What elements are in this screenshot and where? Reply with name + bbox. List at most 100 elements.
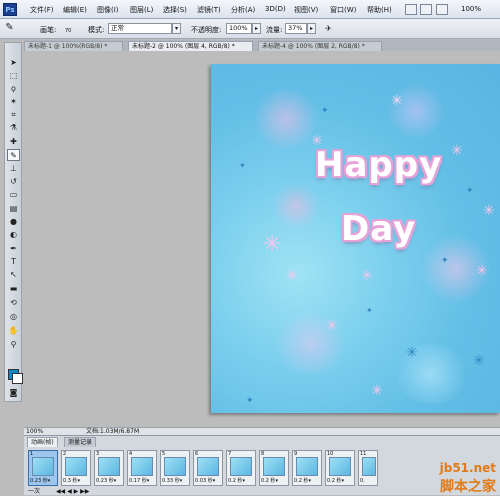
lasso-tool-icon[interactable]: ϙ bbox=[7, 83, 20, 95]
sparkle-icon: ✦ bbox=[466, 186, 474, 196]
zoom-tool-icon[interactable]: ⚲ bbox=[7, 339, 20, 351]
animation-frame[interactable]: 3 0.23 秒▾ bbox=[94, 450, 124, 486]
animation-frame[interactable]: 5 0.33 秒▾ bbox=[160, 450, 190, 486]
animation-frame[interactable]: 2 0.3 秒▾ bbox=[61, 450, 91, 486]
sparkle-icon: ✳ bbox=[476, 263, 488, 279]
clone-stamp-icon[interactable]: ⊥ bbox=[7, 163, 20, 175]
arrange-documents-icon[interactable] bbox=[420, 4, 432, 15]
frame-thumbnail bbox=[98, 457, 120, 476]
tab-document-2[interactable]: 未标题-2 @ 100% (图层 4, RGB/8) * bbox=[128, 41, 253, 51]
animation-frame[interactable]: 7 0.2 秒▾ bbox=[226, 450, 256, 486]
document-tabs: 未标题-1 @ 100%(RGB/8) * 未标题-2 @ 100% (图层 4… bbox=[24, 40, 500, 51]
tab-document-4[interactable]: 未标题-4 @ 100% (图层 2, RGB/8) * bbox=[258, 41, 382, 51]
canvas-text-day: Day bbox=[341, 209, 417, 249]
menu-layer[interactable]: 图层(L) bbox=[130, 5, 153, 15]
chevron-right-icon[interactable]: ▸ bbox=[307, 23, 316, 34]
menu-help[interactable]: 帮助(H) bbox=[367, 5, 392, 15]
3d-rotate-icon[interactable]: ⟲ bbox=[7, 297, 20, 309]
frame-delay[interactable]: 0.2 秒▾ bbox=[228, 478, 245, 485]
brush-label: 画笔: bbox=[40, 26, 57, 34]
watermark-name: 脚本之家 bbox=[440, 479, 496, 495]
frame-delay[interactable]: 0.33 秒▾ bbox=[162, 478, 182, 485]
quick-mask-icon[interactable]: ◙ bbox=[7, 387, 20, 399]
toolbox: ➤ ⬚ ϙ ✶ ⌗ ⚗ ✚ ✎ ⊥ ↺ ▭ ▤ ● ◐ ✒ T ↖ ▬ ⟲ ◎ … bbox=[4, 42, 23, 402]
menu-filter[interactable]: 滤镜(T) bbox=[197, 5, 221, 15]
mode-label: 模式: bbox=[88, 26, 105, 34]
animation-frame[interactable]: 10 0.2 秒▾ bbox=[325, 450, 355, 486]
marquee-tool-icon[interactable]: ⬚ bbox=[7, 70, 20, 82]
eraser-icon[interactable]: ▭ bbox=[7, 189, 20, 201]
animation-frame[interactable]: 8 0.2 秒▾ bbox=[259, 450, 289, 486]
sparkle-icon: ✦ bbox=[239, 161, 246, 170]
shape-tool-icon[interactable]: ▬ bbox=[7, 283, 20, 295]
animation-frame[interactable]: 4 0.17 秒▾ bbox=[127, 450, 157, 486]
frame-delay[interactable]: 0. bbox=[360, 478, 365, 485]
zoom-level[interactable]: 100% bbox=[461, 5, 481, 13]
eyedropper-icon[interactable]: ⚗ bbox=[7, 122, 20, 134]
history-brush-icon[interactable]: ↺ bbox=[7, 176, 20, 188]
brush-tool-icon[interactable]: ✎ bbox=[7, 149, 20, 161]
menu-analysis[interactable]: 分析(A) bbox=[231, 5, 255, 15]
mode-select[interactable]: 正常 bbox=[108, 23, 172, 34]
3d-camera-icon[interactable]: ◎ bbox=[7, 311, 20, 323]
frame-thumbnail bbox=[362, 457, 376, 476]
sparkle-icon: ✳ bbox=[391, 93, 403, 109]
animation-frame[interactable]: 9 0.2 秒▾ bbox=[292, 450, 322, 486]
watermark-site: jb51.net bbox=[439, 461, 496, 475]
frame-thumbnail bbox=[263, 457, 285, 476]
sparkle-icon: ✳ bbox=[286, 268, 298, 284]
opacity-field[interactable]: 100% bbox=[226, 23, 252, 34]
menu-image[interactable]: 图像(I) bbox=[97, 5, 119, 15]
animation-frame[interactable]: 11 0. bbox=[358, 450, 378, 486]
pen-tool-icon[interactable]: ✒ bbox=[7, 243, 20, 255]
frame-delay[interactable]: 0.3 秒▾ bbox=[63, 478, 80, 485]
frame-delay[interactable]: 0.2 秒▾ bbox=[327, 478, 344, 485]
frame-delay[interactable]: 0.2 秒▾ bbox=[261, 478, 278, 485]
healing-brush-icon[interactable]: ✚ bbox=[7, 136, 20, 148]
bokeh-light bbox=[271, 314, 351, 374]
frame-delay[interactable]: 0.17 秒▾ bbox=[129, 478, 149, 485]
bridge-icon[interactable] bbox=[405, 4, 417, 15]
blur-tool-icon[interactable]: ● bbox=[7, 216, 20, 228]
brush-size[interactable]: 70 bbox=[65, 28, 71, 34]
airbrush-icon[interactable]: ✈ bbox=[322, 23, 335, 35]
path-selection-icon[interactable]: ↖ bbox=[7, 269, 20, 281]
menu-edit[interactable]: 编辑(E) bbox=[63, 5, 87, 15]
animation-frame[interactable]: 6 0.03 秒▾ bbox=[193, 450, 223, 486]
document-canvas[interactable]: ✳ ✳ ✦ ✳ ✳ ✦ ✦ ✳ ✳ ✳ ✦ ✳ ✳ ✦ ✳ ✳ ✳ ✦ Happ… bbox=[211, 64, 500, 413]
screen-mode-icon[interactable] bbox=[436, 4, 448, 15]
frame-delay[interactable]: 0.2 秒▾ bbox=[294, 478, 311, 485]
menu-select[interactable]: 选择(S) bbox=[163, 5, 187, 15]
menu-view[interactable]: 视图(V) bbox=[294, 5, 318, 15]
chevron-right-icon[interactable]: ▸ bbox=[252, 23, 261, 34]
dodge-tool-icon[interactable]: ◐ bbox=[7, 229, 20, 241]
frame-thumbnail bbox=[131, 457, 153, 476]
photoshop-logo-icon: Ps bbox=[3, 3, 17, 16]
tab-animation[interactable]: 动画(帧) bbox=[27, 437, 58, 447]
sparkle-icon: ✦ bbox=[246, 396, 254, 406]
loop-select[interactable]: 一次 bbox=[28, 488, 40, 495]
menu-file[interactable]: 文件(F) bbox=[30, 5, 54, 15]
magic-wand-icon[interactable]: ✶ bbox=[7, 96, 20, 108]
brush-preset-icon[interactable]: ✎ bbox=[3, 22, 16, 34]
sparkle-icon: ✳ bbox=[406, 345, 418, 361]
tab-document-1[interactable]: 未标题-1 @ 100%(RGB/8) * bbox=[24, 41, 123, 51]
chevron-down-icon[interactable]: ▾ bbox=[172, 23, 181, 34]
menu-3d[interactable]: 3D(D) bbox=[265, 5, 286, 13]
gradient-tool-icon[interactable]: ▤ bbox=[7, 203, 20, 215]
frame-thumbnail bbox=[296, 457, 318, 476]
tab-measurement-log[interactable]: 测量记录 bbox=[64, 437, 97, 447]
menu-window[interactable]: 窗口(W) bbox=[330, 5, 356, 15]
animation-panel: 动画(帧) 测量记录 1 0.23 秒▾ 2 0.3 秒▾ 3 0.23 秒▾ … bbox=[24, 435, 500, 495]
frame-delay[interactable]: 0.03 秒▾ bbox=[195, 478, 215, 485]
playback-buttons[interactable]: ◀◀ ◀ ▶ ▶▶ bbox=[56, 488, 89, 495]
background-color-swatch[interactable] bbox=[12, 373, 23, 384]
crop-tool-icon[interactable]: ⌗ bbox=[7, 109, 20, 121]
frame-delay[interactable]: 0.23 秒▾ bbox=[96, 478, 116, 485]
move-tool-icon[interactable]: ➤ bbox=[7, 57, 20, 69]
hand-tool-icon[interactable]: ✋ bbox=[7, 325, 20, 337]
animation-frame[interactable]: 1 0.23 秒▾ bbox=[28, 450, 58, 486]
flow-field[interactable]: 37% bbox=[285, 23, 307, 34]
type-tool-icon[interactable]: T bbox=[7, 256, 20, 268]
frame-delay[interactable]: 0.23 秒▾ bbox=[30, 478, 50, 485]
